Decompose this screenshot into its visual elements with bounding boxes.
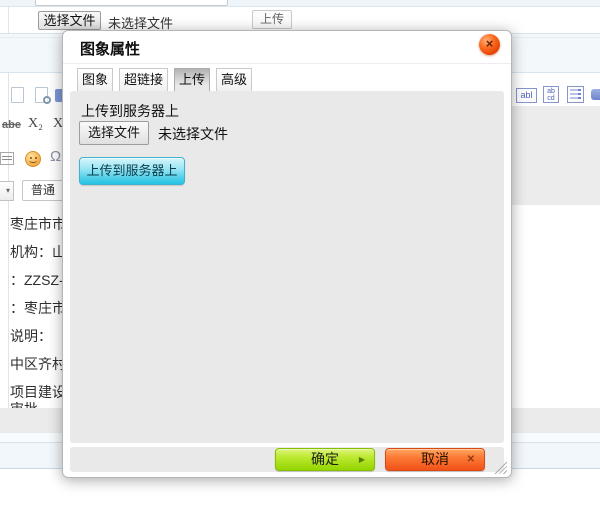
arrow-right-icon: ▶ <box>359 449 365 470</box>
justify-icon[interactable] <box>0 152 14 165</box>
new-page-icon[interactable] <box>11 87 24 103</box>
dialog-title: 图象属性 <box>80 38 140 59</box>
listbox-icon-selection <box>578 89 581 100</box>
smiley-icon[interactable] <box>25 151 41 167</box>
tab-advanced[interactable]: 高级 <box>216 68 252 92</box>
preview-icon[interactable] <box>35 87 48 103</box>
textfield-icon[interactable]: abl <box>516 88 537 103</box>
textarea-icon[interactable]: ab cd <box>543 86 559 103</box>
dialog-footer: 确定 ▶ 取消 ✕ <box>70 447 504 472</box>
tab-hyperlink[interactable]: 超链接 <box>119 68 168 92</box>
editor-text-line: 说明： <box>10 326 52 346</box>
choose-file-button[interactable]: 选择文件 <box>79 121 149 145</box>
form-button-icon[interactable] <box>591 89 600 100</box>
font-dropdown-partial[interactable]: ▾ <box>0 181 14 201</box>
cancel-button-label: 取消 <box>421 451 449 467</box>
ok-button[interactable]: 确定 ▶ <box>275 448 375 471</box>
cancel-button[interactable]: 取消 ✕ <box>385 448 485 471</box>
tab-image[interactable]: 图象 <box>77 68 113 92</box>
bg-upload-button[interactable]: 上传 <box>252 10 292 29</box>
listbox-icon-lines <box>570 89 578 100</box>
bg-choose-file-button[interactable]: 选择文件 <box>38 11 101 30</box>
upload-tab-panel: 上传到服务器上 选择文件 未选择文件 上传到服务器上 <box>70 91 504 443</box>
dialog-tabs: 图象 超链接 上传 高级 <box>77 68 252 92</box>
upload-to-server-button[interactable]: 上传到服务器上 <box>79 157 185 185</box>
image-properties-dialog: 图象属性 × 图象 超链接 上传 高级 上传到服务器上 选择文件 未选择文件 上… <box>62 30 512 478</box>
listbox-icon[interactable] <box>567 86 584 103</box>
textarea-icon-line2: cd <box>544 95 558 102</box>
file-status-text: 未选择文件 <box>158 124 228 144</box>
chevron-down-icon: ▾ <box>6 186 10 195</box>
cancel-x-icon: ✕ <box>467 449 475 470</box>
strikethrough-icon[interactable]: abe <box>2 119 21 131</box>
tab-upload[interactable]: 上传 <box>174 68 210 92</box>
magnifier-icon <box>43 96 51 104</box>
ok-button-label: 确定 <box>311 451 339 467</box>
textarea-icon-line1: ab <box>544 88 558 95</box>
side-gray-panel <box>510 106 600 205</box>
clipped-text-input[interactable] <box>35 0 228 6</box>
upload-section-label: 上传到服务器上 <box>81 101 179 121</box>
title-divider <box>63 63 511 64</box>
subscript-icon[interactable]: X₂ <box>28 116 43 132</box>
close-icon[interactable]: × <box>479 34 500 55</box>
special-char-icon[interactable]: Ω <box>50 148 61 165</box>
